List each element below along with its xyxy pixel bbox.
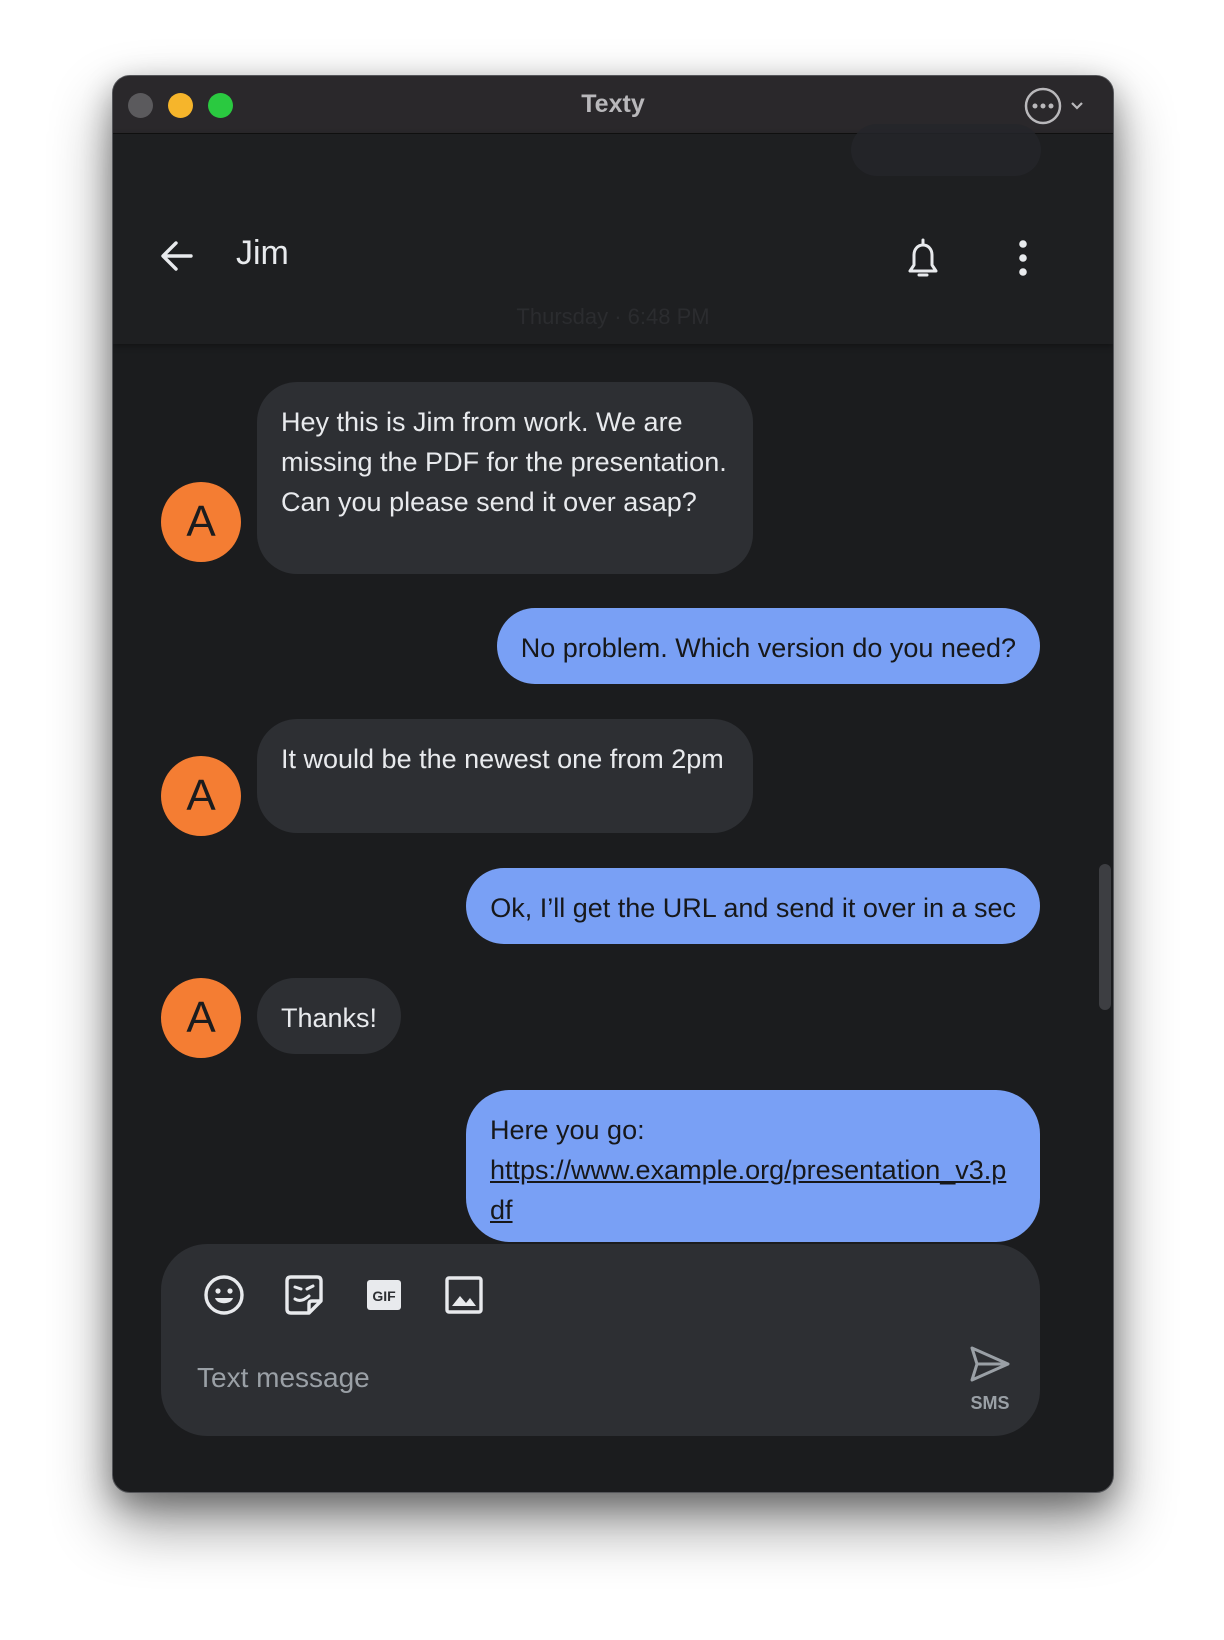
- message-list: A Hey this is Jim from work. We are miss…: [113, 344, 1113, 1344]
- svg-text:GIF: GIF: [372, 1288, 396, 1304]
- arrow-left-icon: [161, 241, 193, 271]
- chevron-down-icon: [1071, 102, 1083, 110]
- ellipsis-circle-icon: [1024, 87, 1062, 125]
- sticker-button[interactable]: [281, 1272, 327, 1318]
- outgoing-message[interactable]: No problem. Which version do you need?: [496, 608, 1040, 684]
- contact-avatar[interactable]: A: [161, 482, 241, 562]
- send-icon: [970, 1346, 1010, 1382]
- contact-avatar[interactable]: A: [161, 978, 241, 1058]
- message-input[interactable]: [197, 1356, 897, 1400]
- contact-name: Jim: [236, 234, 289, 272]
- sticker-icon: [285, 1275, 323, 1315]
- send-button[interactable]: SMS: [966, 1344, 1014, 1424]
- incoming-message[interactable]: Hey this is Jim from work. We are missin…: [257, 382, 753, 574]
- conversation-header: Thursday · 6:48 PM Jim: [113, 124, 1113, 344]
- bell-icon: [908, 238, 938, 277]
- back-button[interactable]: [157, 236, 197, 276]
- incoming-message[interactable]: Thanks!: [257, 978, 402, 1054]
- message-text: Here you go:: [490, 1115, 645, 1145]
- more-options-button[interactable]: [1023, 86, 1095, 126]
- image-icon: [445, 1276, 483, 1314]
- contact-avatar[interactable]: A: [161, 756, 241, 836]
- emoji-button[interactable]: [201, 1272, 247, 1318]
- outgoing-message[interactable]: Ok, I’ll get the URL and send it over in…: [466, 868, 1040, 944]
- scrolled-timestamp: Thursday · 6:48 PM: [516, 304, 710, 329]
- send-mode-label: SMS: [970, 1393, 1010, 1413]
- message-link[interactable]: https://www.example.org/presentation_v3.…: [490, 1155, 1006, 1225]
- image-button[interactable]: [441, 1272, 487, 1318]
- incoming-message[interactable]: It would be the newest one from 2pm: [257, 719, 753, 833]
- vertical-dots-icon: [1019, 240, 1027, 276]
- overflow-menu-button[interactable]: [1013, 238, 1033, 278]
- scrollbar-thumb[interactable]: [1099, 864, 1111, 1010]
- gif-button[interactable]: GIF: [361, 1272, 407, 1318]
- notifications-button[interactable]: [903, 237, 943, 281]
- emoji-icon: [204, 1275, 244, 1315]
- outgoing-message[interactable]: Here you go: https://www.example.org/pre…: [466, 1090, 1040, 1242]
- message-composer: GIF SMS: [161, 1244, 1040, 1436]
- gif-icon: GIF: [367, 1280, 401, 1310]
- app-window: Texty Thursday · 6:48 PM Jim A Hey this …: [112, 75, 1114, 1493]
- window-title: Texty: [581, 90, 645, 118]
- scrolled-message-bubble: [851, 124, 1041, 176]
